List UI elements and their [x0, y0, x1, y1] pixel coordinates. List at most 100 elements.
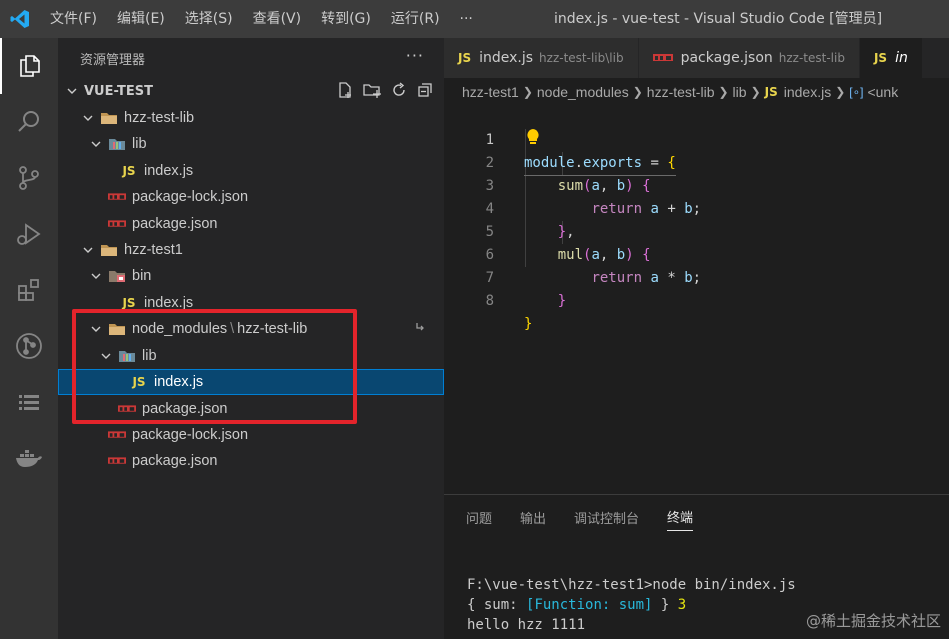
extensions-icon[interactable] — [0, 262, 58, 318]
terminal-output[interactable]: F:\vue-test\hzz-test1>node bin/index.js … — [467, 575, 796, 635]
folder-open-icon — [108, 321, 126, 337]
module-symbol-icon: [∘] — [849, 85, 864, 99]
code-line: 6 return a * b; — [444, 221, 949, 286]
chevron-down-icon — [88, 321, 104, 337]
tree-file-package-json[interactable]: package.json — [58, 396, 444, 422]
chevron-down-icon — [88, 136, 104, 152]
tree-item-label: index.js — [144, 163, 194, 179]
terminal-text: [Function: sum] — [526, 597, 653, 613]
menu-view[interactable]: 查看(V) — [243, 0, 312, 38]
collapse-all-icon[interactable] — [416, 81, 434, 103]
window-title: index.js - vue-test - Visual Studio Code… — [554, 11, 883, 27]
explorer-icon[interactable] — [0, 38, 58, 94]
code-line: 3 return a + b; — [444, 152, 949, 217]
breadcrumb-item[interactable]: lib — [733, 84, 747, 100]
sidebar-header: 资源管理器 ··· — [58, 38, 444, 78]
tree-file-package-lock[interactable]: package-lock.json — [58, 184, 444, 210]
workspace-name: VUE-TEST — [84, 83, 153, 99]
tree-file-package-json[interactable]: package.json — [58, 211, 444, 237]
search-icon[interactable] — [0, 94, 58, 150]
breadcrumb-item[interactable]: node_modules — [537, 84, 629, 100]
tree-folder-node-modules-hzz-test-lib[interactable]: node_modules \ hzz-test-lib — [58, 316, 444, 342]
menu-edit[interactable]: 编辑(E) — [107, 0, 175, 38]
source-control-icon[interactable] — [0, 150, 58, 206]
tab-label: package.json — [680, 50, 773, 66]
menu-selection[interactable]: 选择(S) — [175, 0, 243, 38]
bottom-panel: 问题 输出 调试控制台 终端 F:\vue-test\hzz-test1>nod… — [444, 494, 949, 639]
tab-description: hzz-test-lib\lib — [539, 51, 624, 65]
tree-folder-lib[interactable]: lib — [58, 343, 444, 369]
tree-item-label: bin — [132, 268, 152, 284]
tree-item-label: lib — [142, 348, 157, 364]
menu-more[interactable]: ··· — [450, 0, 483, 38]
terminal-text: { sum: — [467, 597, 527, 613]
npm-file-icon — [108, 216, 126, 232]
run-debug-icon[interactable] — [0, 206, 58, 262]
tree-folder-hzz-test-lib[interactable]: hzz-test-lib — [58, 105, 444, 131]
tab-package-json[interactable]: package.json hzz-test-lib — [638, 38, 860, 78]
tab-terminal[interactable]: 终端 — [667, 503, 694, 531]
tree-folder-bin[interactable]: bin — [58, 263, 444, 289]
lib-folder-icon — [118, 348, 136, 364]
terminal-text: } — [652, 597, 678, 613]
tree-item-label: package-lock.json — [132, 189, 249, 205]
menu-go[interactable]: 转到(G) — [311, 0, 381, 38]
symlink-icon — [414, 321, 426, 337]
tree-file-index-js[interactable]: JS index.js — [58, 158, 444, 184]
list-icon[interactable] — [0, 374, 58, 430]
tree-item-label: index.js — [154, 374, 204, 390]
breadcrumb-item[interactable]: hzz-test-lib — [647, 84, 715, 100]
chevron-down-icon — [80, 242, 96, 258]
tree-file-index-js[interactable]: JS index.js — [58, 290, 444, 316]
menu-run[interactable]: 运行(R) — [381, 0, 450, 38]
tree-folder-hzz-test1[interactable]: hzz-test1 — [58, 237, 444, 263]
workspace-section-header[interactable]: VUE-TEST — [58, 78, 444, 104]
tab-description: hzz-test-lib — [778, 51, 845, 65]
chevron-right-icon: ❯ — [522, 85, 533, 99]
menu-file[interactable]: 文件(F) — [40, 0, 107, 38]
lightbulb-icon[interactable] — [526, 128, 540, 150]
code-line: 1 module.exports = { — [444, 106, 949, 176]
folder-open-icon — [100, 110, 118, 126]
tree-item-label: package.json — [132, 453, 218, 469]
tree-folder-lib[interactable]: lib — [58, 131, 444, 157]
activity-bar — [0, 38, 58, 639]
chevron-down-icon — [88, 268, 104, 284]
refresh-icon[interactable] — [390, 81, 408, 103]
code-line: 7 } — [444, 244, 949, 309]
tab-output[interactable]: 输出 — [520, 504, 546, 531]
tree-item-label: hzz-test-lib — [124, 110, 195, 126]
code-line: 8 } — [444, 267, 949, 332]
vscode-logo-icon — [0, 0, 40, 38]
tree-item-label: package-lock.json — [132, 427, 249, 443]
new-file-icon[interactable] — [336, 81, 354, 103]
chevron-down-icon — [80, 110, 96, 126]
tab-label: in — [895, 50, 908, 66]
tree-file-package-json[interactable]: package.json — [58, 448, 444, 474]
tree-file-package-lock[interactable]: package-lock.json — [58, 422, 444, 448]
breadcrumb-item[interactable]: hzz-test1 — [462, 84, 519, 100]
tab-index-js-lib[interactable]: JS index.js hzz-test-lib\lib — [444, 38, 639, 78]
js-file-icon: JS — [122, 164, 136, 178]
new-folder-icon[interactable] — [362, 81, 382, 103]
tree-item-label: package.json — [142, 401, 228, 417]
path-separator: \ — [230, 321, 235, 337]
npm-file-icon — [108, 189, 126, 205]
docker-icon[interactable] — [0, 430, 58, 486]
sidebar-title: 资源管理器 — [80, 52, 146, 68]
npm-file-icon — [118, 401, 136, 417]
git-graph-icon[interactable] — [0, 318, 58, 374]
section-actions — [336, 81, 434, 103]
breadcrumb-item[interactable]: <unk — [867, 84, 898, 100]
terminal-text: 3 — [677, 597, 687, 613]
tab-problems[interactable]: 问题 — [466, 504, 492, 531]
tab-index-js-active[interactable]: JS in — [859, 38, 923, 78]
line-number: 8 — [485, 293, 494, 309]
tree-file-index-js-selected[interactable]: JS index.js — [58, 369, 444, 395]
more-actions-button[interactable]: ··· — [406, 46, 424, 65]
chevron-right-icon: ❯ — [750, 85, 761, 99]
editor-area: JS index.js hzz-test-lib\lib package.jso… — [444, 38, 949, 494]
breadcrumb-item[interactable]: index.js — [784, 84, 831, 100]
explorer-sidebar: 资源管理器 ··· VUE-TEST hzz-test-lib lib JS i… — [58, 38, 444, 639]
tab-debug-console[interactable]: 调试控制台 — [574, 504, 639, 531]
